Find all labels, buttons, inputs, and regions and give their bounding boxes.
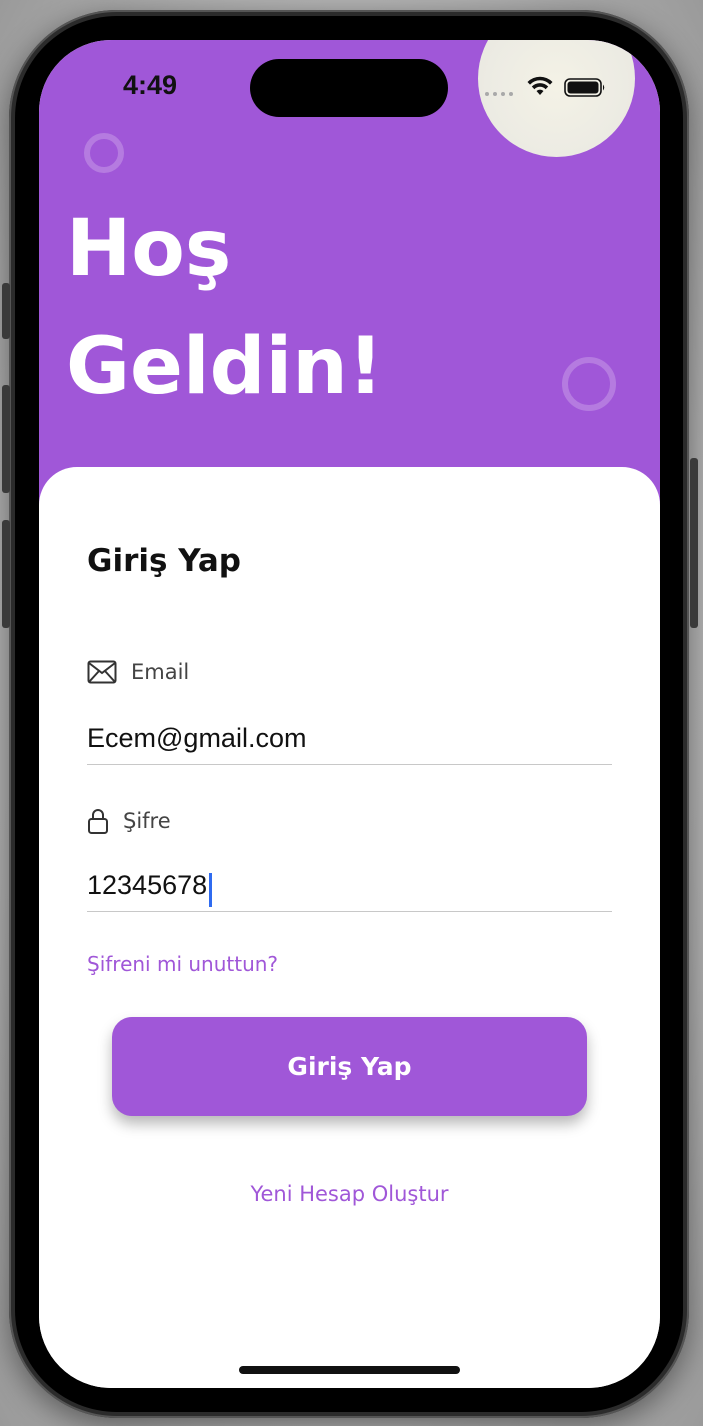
side-button-volume-down <box>2 520 10 628</box>
side-button-silent <box>2 283 10 339</box>
password-field[interactable] <box>87 860 612 912</box>
status-time: 4:49 <box>123 70 178 100</box>
login-card: Giriş Yap Email Şifre Şifreni mi unuttun… <box>39 467 660 1388</box>
battery-icon <box>564 78 605 97</box>
envelope-icon <box>87 660 117 684</box>
login-button[interactable]: Giriş Yap <box>112 1017 587 1116</box>
decorative-bubble <box>84 133 124 173</box>
home-indicator[interactable] <box>239 1366 460 1374</box>
side-button-power <box>690 458 698 628</box>
welcome-title: Hoş Geldin! <box>66 190 383 426</box>
email-field[interactable] <box>87 713 612 765</box>
side-button-volume-up <box>2 385 10 493</box>
dynamic-island <box>250 59 448 117</box>
email-label-text: Email <box>131 660 190 684</box>
text-cursor <box>209 873 212 907</box>
welcome-title-line1: Hoş <box>66 204 232 294</box>
wifi-icon <box>527 76 553 95</box>
password-label-text: Şifre <box>123 809 171 833</box>
create-account-link[interactable]: Yeni Hesap Oluştur <box>39 1182 660 1206</box>
cellular-signal-icon <box>485 92 513 96</box>
login-title: Giriş Yap <box>87 543 241 579</box>
decorative-circle <box>478 40 635 157</box>
decorative-bubble <box>562 357 616 411</box>
app-screen: 4:49 Hoş Geldin! Giriş Yap Email Ecem@gm… <box>39 40 660 1388</box>
lock-icon <box>88 809 108 834</box>
email-label: Email <box>87 660 189 684</box>
password-label: Şifre <box>87 807 171 835</box>
forgot-password-link[interactable]: Şifreni mi unuttun? <box>87 952 278 976</box>
welcome-title-line2: Geldin! <box>66 322 384 412</box>
welcome-header: 4:49 Hoş Geldin! <box>39 40 660 510</box>
